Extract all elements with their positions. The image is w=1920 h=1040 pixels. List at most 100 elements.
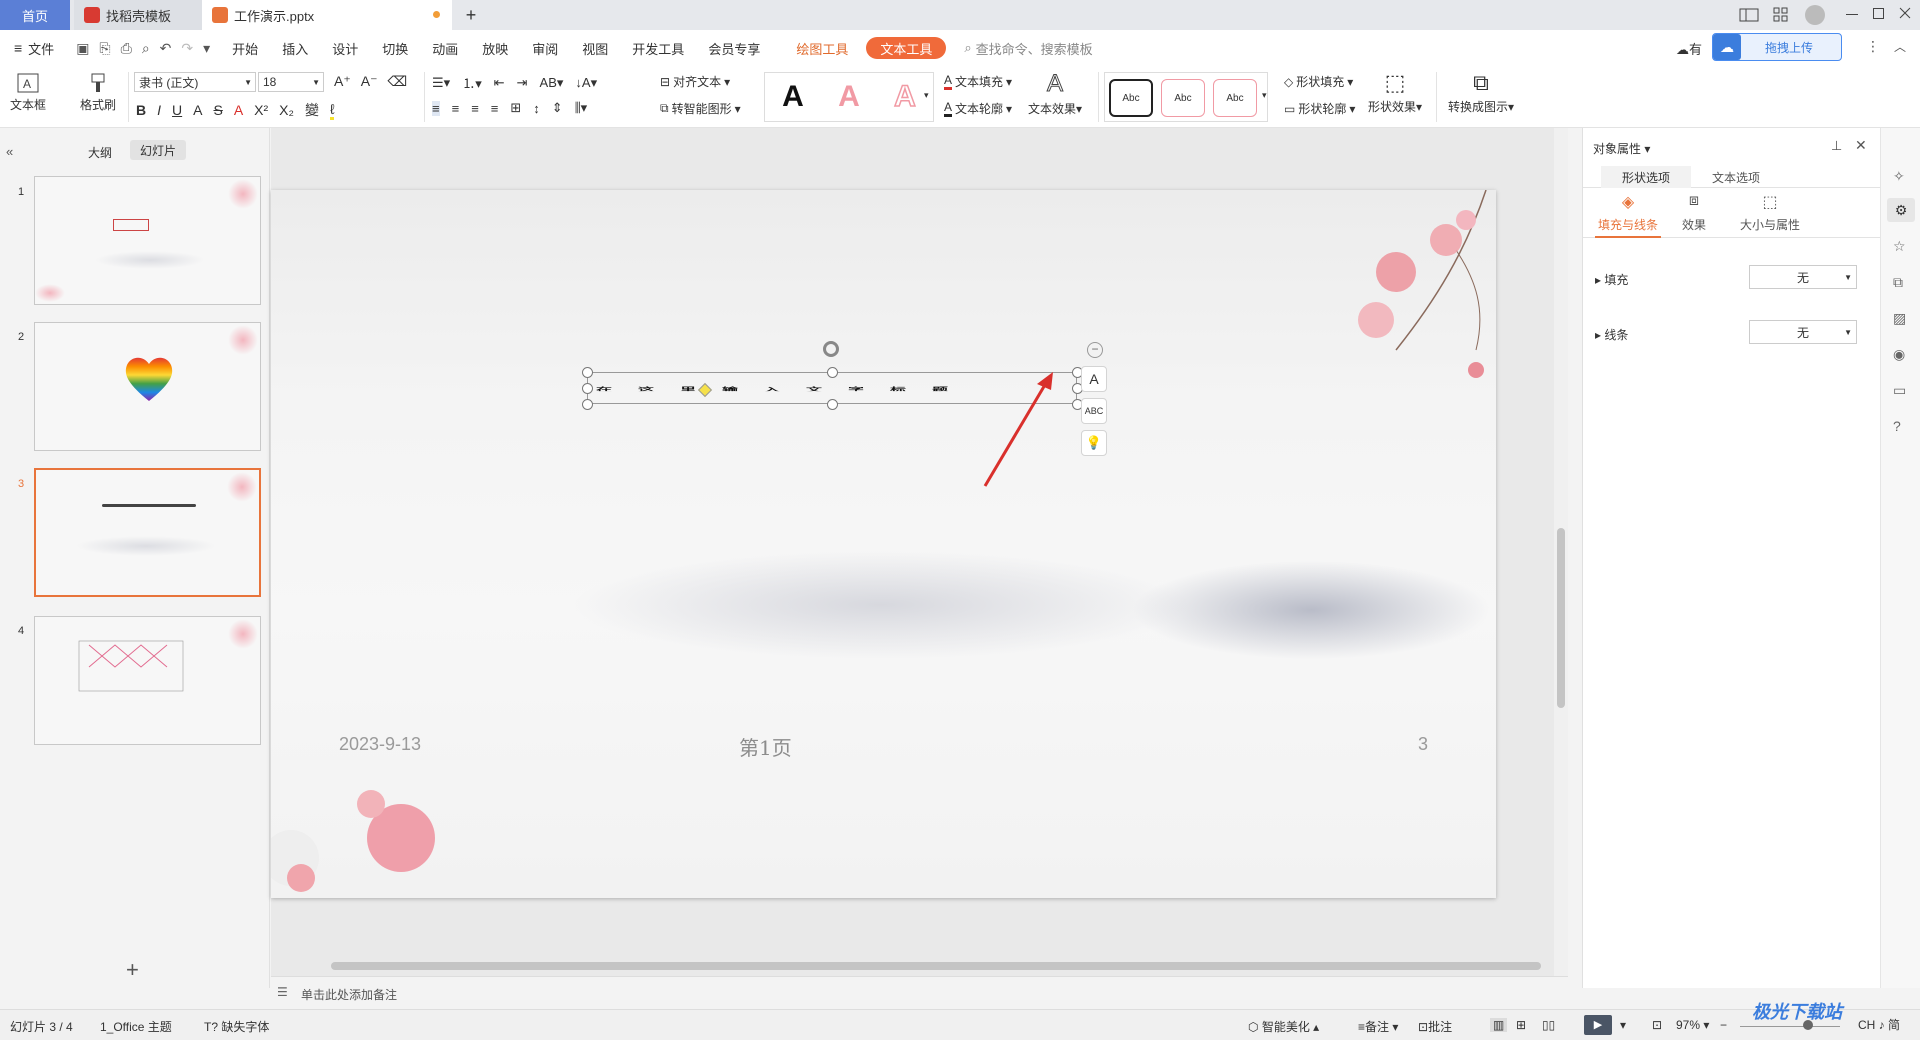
clear-format-icon[interactable]: ⌫ bbox=[387, 73, 407, 90]
resize-handle[interactable] bbox=[827, 399, 838, 410]
properties-icon[interactable]: ⚙ bbox=[1887, 198, 1915, 222]
more-options-icon[interactable]: ⋮ bbox=[1866, 38, 1880, 55]
wordart-style-outline[interactable]: A bbox=[893, 79, 916, 114]
fill-section-toggle[interactable]: ▸ 填充 bbox=[1595, 271, 1628, 288]
zoom-slider[interactable] bbox=[1740, 1026, 1840, 1027]
slide-3[interactable]: 2023-9-13 第1页 3 在这里输入文字标题 − A ABC 💡 bbox=[271, 190, 1496, 898]
tab-template[interactable]: 找稻壳模板 bbox=[74, 0, 202, 30]
gallery-expand-icon[interactable]: ▾ bbox=[924, 90, 929, 101]
menu-item-developer[interactable]: 开发工具 bbox=[620, 30, 696, 66]
collapse-icon[interactable]: − bbox=[1087, 342, 1103, 358]
smart-shape-button[interactable]: ⧉ 转智能图形 ▾ bbox=[660, 100, 741, 117]
subtab-effect[interactable]: ⧈ 效果 bbox=[1669, 192, 1719, 233]
sort-icon[interactable]: ↓A▾ bbox=[575, 75, 597, 91]
comment-toggle[interactable]: ⊡批注 bbox=[1418, 1018, 1452, 1035]
grow-font-icon[interactable]: A⁺ bbox=[334, 73, 351, 90]
decrease-indent-icon[interactable]: ⇤ bbox=[494, 75, 505, 91]
layout-icon[interactable] bbox=[1738, 6, 1762, 24]
slide-thumbnail-1[interactable] bbox=[34, 176, 261, 305]
fill-select[interactable]: 无 ▼ bbox=[1749, 265, 1857, 289]
subscript-icon[interactable]: X₂ bbox=[279, 102, 294, 118]
text-outline-button[interactable]: A 文本轮廓 ▾ bbox=[944, 100, 1012, 117]
shape-style-pink-2[interactable]: Abc bbox=[1213, 79, 1257, 117]
lightbulb-icon[interactable]: 💡 bbox=[1081, 430, 1107, 456]
location-icon[interactable]: ◉ bbox=[1893, 346, 1905, 363]
sorter-view-icon[interactable]: ⊞ bbox=[1516, 1018, 1526, 1032]
menu-item-draw-tool[interactable]: 绘图工具 bbox=[784, 30, 860, 66]
add-slide-button[interactable]: + bbox=[126, 957, 139, 983]
menu-item-insert[interactable]: 插入 bbox=[270, 30, 320, 66]
italic-icon[interactable]: I bbox=[157, 102, 161, 118]
close-icon[interactable] bbox=[1898, 6, 1912, 20]
align-right-icon[interactable]: ≡ bbox=[471, 101, 479, 116]
file-menu[interactable]: ≡ 文件 bbox=[0, 30, 66, 66]
pin-icon[interactable]: ⊥ bbox=[1831, 138, 1842, 154]
slide-page-footer[interactable]: 第1页 bbox=[739, 732, 792, 761]
menu-item-member[interactable]: 会员专享 bbox=[696, 30, 772, 66]
notes-placeholder[interactable]: 单击此处添加备注 bbox=[301, 986, 397, 1003]
save-icon[interactable]: ▣ bbox=[76, 40, 89, 57]
tab-text-options[interactable]: 文本选项 bbox=[1691, 166, 1781, 188]
spell-check-icon[interactable]: ABC bbox=[1081, 398, 1107, 424]
shape-style-gallery[interactable]: Abc Abc Abc bbox=[1104, 72, 1268, 122]
preview-icon[interactable]: ⌕ bbox=[142, 40, 150, 57]
close-panel-icon[interactable]: ✕ bbox=[1855, 137, 1867, 154]
copy-icon[interactable]: ⧉ bbox=[1893, 274, 1903, 291]
justify-icon[interactable]: ≡ bbox=[491, 101, 499, 116]
reading-view-icon[interactable]: ▯▯ bbox=[1542, 1018, 1555, 1032]
export-icon[interactable]: ⎘ bbox=[99, 40, 110, 57]
gallery-expand-icon[interactable]: ▾ bbox=[1262, 90, 1267, 101]
menu-item-transition[interactable]: 切换 bbox=[370, 30, 420, 66]
line-select[interactable]: 无 ▼ bbox=[1749, 320, 1857, 344]
ime-indicator[interactable]: CH ♪ 简 bbox=[1858, 1016, 1900, 1033]
column-icon[interactable]: ⫼▾ bbox=[575, 100, 588, 116]
menu-item-text-tool[interactable]: 文本工具 bbox=[866, 37, 947, 59]
play-button[interactable]: ▶ bbox=[1584, 1015, 1612, 1035]
menu-item-review[interactable]: 审阅 bbox=[520, 30, 570, 66]
font-family-select[interactable]: 隶书 (正文) ▼ bbox=[134, 72, 256, 92]
numbered-list-icon[interactable]: ⒈▾ bbox=[462, 73, 482, 92]
rotate-handle-icon[interactable] bbox=[823, 341, 839, 357]
wordart-style-pink[interactable]: A bbox=[838, 80, 860, 114]
menu-item-start[interactable]: 开始 bbox=[220, 30, 270, 66]
command-search[interactable]: ⌕ 查找命令、搜索模板 bbox=[952, 30, 1104, 66]
slide-number-footer[interactable]: 3 bbox=[1418, 734, 1428, 755]
tab-shape-options[interactable]: 形状选项 bbox=[1601, 166, 1691, 188]
play-options-icon[interactable]: ▾ bbox=[1620, 1018, 1626, 1032]
line-section-toggle[interactable]: ▸ 线条 bbox=[1595, 326, 1628, 343]
minimize-icon[interactable] bbox=[1846, 14, 1858, 15]
missing-font[interactable]: T? 缺失字体 bbox=[204, 1018, 269, 1035]
tab-file[interactable]: 工作演示.pptx bbox=[202, 0, 452, 30]
apps-grid-icon[interactable] bbox=[1772, 6, 1790, 24]
star-icon[interactable]: ☆ bbox=[1893, 238, 1906, 255]
collapse-panel-icon[interactable]: « bbox=[6, 144, 13, 159]
increase-indent-icon[interactable]: ⇥ bbox=[517, 75, 528, 91]
wordart-style-gallery[interactable]: A A A bbox=[764, 72, 934, 122]
slide-date[interactable]: 2023-9-13 bbox=[339, 734, 421, 755]
text-direction-icon[interactable]: AB▾ bbox=[540, 75, 564, 91]
zoom-out-icon[interactable]: − bbox=[1720, 1018, 1727, 1032]
upload-button[interactable]: ☁ 拖拽上传 bbox=[1712, 33, 1842, 61]
align-center-icon[interactable]: ≡ bbox=[452, 101, 460, 116]
superscript-icon[interactable]: X² bbox=[254, 102, 268, 118]
help-icon[interactable]: ? bbox=[1893, 418, 1901, 434]
subtab-fill-line[interactable]: ◈ 填充与线条 bbox=[1595, 192, 1661, 238]
format-brush-button[interactable]: 格式刷 bbox=[80, 72, 116, 113]
image-icon[interactable]: ▨ bbox=[1893, 310, 1906, 327]
slide-thumbnail-3[interactable] bbox=[34, 468, 261, 597]
font-outline-icon[interactable]: A bbox=[193, 102, 202, 118]
tab-home[interactable]: 首页 bbox=[0, 0, 70, 30]
book-icon[interactable]: ▭ bbox=[1893, 382, 1906, 399]
bullet-list-icon[interactable]: ☰▾ bbox=[432, 75, 450, 91]
panel-title[interactable]: 对象属性 ▾ bbox=[1593, 140, 1650, 157]
vertical-scrollbar[interactable] bbox=[1554, 128, 1568, 976]
textbox-button[interactable]: A 文本框 bbox=[10, 72, 46, 113]
shape-effect-button[interactable]: ⬚ 形状效果▾ bbox=[1368, 70, 1422, 115]
tab-outline[interactable]: 大纲 bbox=[88, 144, 112, 161]
menu-item-slideshow[interactable]: 放映 bbox=[470, 30, 520, 66]
distribute-icon[interactable]: ⊞ bbox=[510, 100, 521, 116]
normal-view-icon[interactable]: ▥ bbox=[1490, 1018, 1508, 1032]
shape-fill-button[interactable]: ◇ 形状填充 ▾ bbox=[1284, 73, 1353, 90]
fit-window-icon[interactable]: ⊡ bbox=[1652, 1018, 1662, 1032]
theme-name[interactable]: 1_Office 主题 bbox=[100, 1018, 172, 1035]
